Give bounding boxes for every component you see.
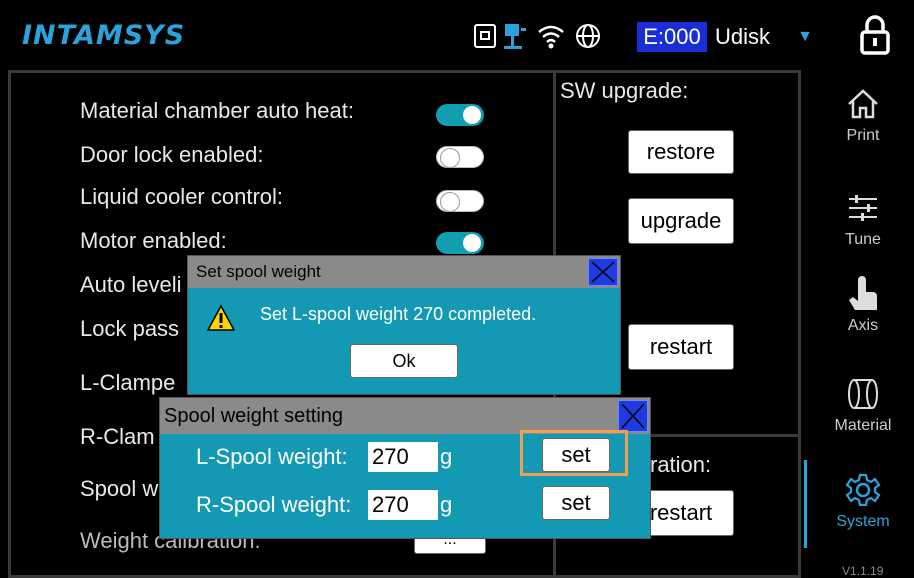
brand-logo: INTAMSYS: [22, 20, 186, 51]
spool-dialog-body: L-Spool weight: 270 g set R-Spool weight…: [160, 430, 650, 538]
network-icon: [504, 24, 526, 49]
completed-dialog-title: Set spool weight: [188, 256, 620, 288]
upgrade-button[interactable]: upgrade: [628, 198, 734, 244]
completed-message: Set L-spool weight 270 completed.: [260, 304, 537, 324]
storage-dropdown[interactable]: Udisk ▼: [709, 22, 823, 52]
home-icon: [848, 89, 878, 119]
nav-material[interactable]: Material: [818, 376, 908, 435]
hand-icon: [849, 276, 877, 310]
active-indicator: [804, 460, 807, 548]
close-icon[interactable]: [618, 400, 648, 432]
lock-icon[interactable]: [858, 14, 892, 56]
completed-dialog-body: Set L-spool weight 270 completed. Ok: [188, 288, 620, 394]
l-spool-unit: g: [440, 444, 453, 469]
version-label: V1.1.19: [842, 564, 884, 578]
gear-icon: [845, 473, 881, 507]
setting-label-motor: Motor enabled:: [80, 228, 227, 253]
toggle-motor[interactable]: [436, 232, 484, 254]
sliders-icon: [849, 195, 877, 221]
r-spool-unit: g: [440, 492, 453, 517]
warning-icon: [206, 304, 236, 331]
setting-label-l-clamper: L-Clampe: [80, 370, 176, 395]
nav-system-label: System: [836, 513, 890, 530]
ok-button[interactable]: Ok: [350, 344, 458, 378]
nav-material-label: Material: [834, 417, 892, 434]
restore-button[interactable]: restore: [628, 130, 734, 174]
storage-dropdown-value: Udisk: [715, 24, 771, 49]
error-status-badge: E:000: [637, 22, 707, 52]
l-spool-weight-input[interactable]: 270: [368, 442, 438, 472]
r-spool-label: R-Spool weight:: [196, 492, 352, 517]
nav-axis-label: Axis: [847, 317, 879, 334]
restart-button[interactable]: restart: [628, 324, 734, 370]
setting-label-spool-weight: Spool w: [80, 476, 159, 501]
spool-dialog-title: Spool weight setting: [160, 398, 650, 434]
printer-usb-icon: [474, 24, 496, 48]
globe-icon: [576, 24, 600, 48]
top-bar: INTAMSYS E:000 Udisk ▼: [0, 0, 914, 68]
sw-upgrade-label: SW upgrade:: [560, 78, 689, 103]
calibration-label: ration:: [650, 452, 712, 477]
setting-label-chamber-heat: Material chamber auto heat:: [80, 98, 354, 123]
completed-dialog: Set spool weight Set L-spool weight 270 …: [188, 256, 620, 394]
wifi-icon: [538, 25, 564, 49]
spool-weight-dialog: Spool weight setting L-Spool weight: 270…: [160, 398, 650, 538]
setting-label-door-lock: Door lock enabled:: [80, 142, 264, 167]
spool-icon: [848, 379, 878, 409]
nav-tune[interactable]: Tune: [818, 190, 908, 249]
l-spool-set-button[interactable]: set: [542, 438, 610, 472]
close-icon[interactable]: [588, 258, 618, 286]
setting-label-r-clamper: R-Clam: [80, 424, 155, 449]
toggle-chamber-heat[interactable]: [436, 104, 484, 126]
l-spool-label: L-Spool weight:: [196, 444, 348, 469]
setting-label-liquid-cooler: Liquid cooler control:: [80, 184, 284, 209]
nav-tune-label: Tune: [845, 231, 881, 248]
toggle-liquid-cooler[interactable]: [436, 190, 484, 212]
nav-print[interactable]: Print: [818, 86, 908, 145]
nav-axis[interactable]: Axis: [818, 276, 908, 335]
nav-system[interactable]: System: [818, 472, 908, 531]
setting-label-lock-password: Lock pass: [80, 316, 180, 341]
r-spool-set-button[interactable]: set: [542, 486, 610, 520]
chevron-down-icon[interactable]: ▼: [797, 22, 813, 52]
r-spool-weight-input[interactable]: 270: [368, 490, 438, 520]
setting-label-auto-leveling: Auto leveli: [80, 272, 182, 297]
nav-print-label: Print: [846, 127, 880, 144]
toggle-door-lock[interactable]: [436, 146, 484, 168]
